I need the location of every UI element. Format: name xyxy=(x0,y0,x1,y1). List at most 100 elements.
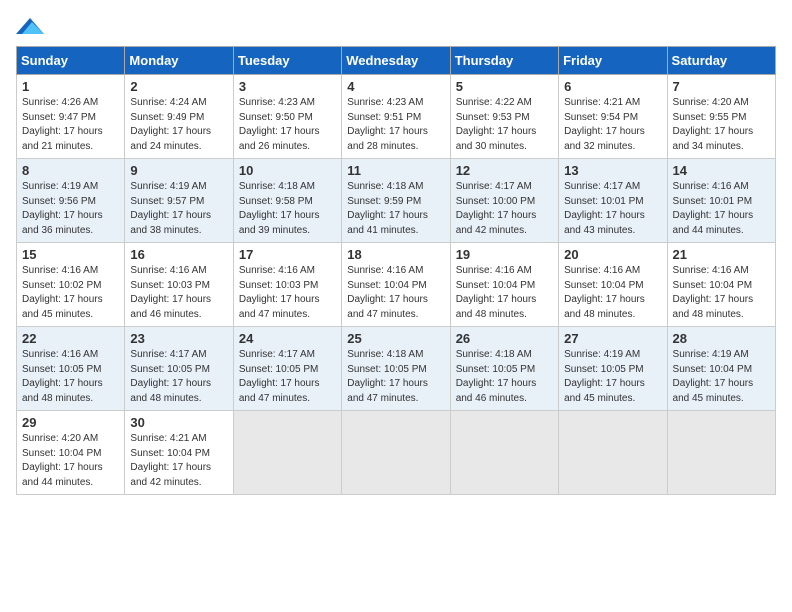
calendar-cell: 22 Sunrise: 4:16 AM Sunset: 10:05 PM Day… xyxy=(17,327,125,411)
day-number: 8 xyxy=(22,163,119,178)
day-info: Sunrise: 4:16 AM Sunset: 10:04 PM Daylig… xyxy=(456,264,553,322)
day-number: 18 xyxy=(347,247,444,262)
calendar-cell: 27 Sunrise: 4:19 AM Sunset: 10:05 PM Day… xyxy=(559,327,667,411)
day-number: 28 xyxy=(673,331,770,346)
day-info: Sunrise: 4:19 AM Sunset: 10:05 PM Daylig… xyxy=(564,348,661,406)
day-info: Sunrise: 4:16 AM Sunset: 10:04 PM Daylig… xyxy=(347,264,444,322)
logo xyxy=(16,16,48,38)
calendar-cell: 12 Sunrise: 4:17 AM Sunset: 10:00 PM Day… xyxy=(450,159,558,243)
day-number: 27 xyxy=(564,331,661,346)
calendar-cell: 28 Sunrise: 4:19 AM Sunset: 10:04 PM Day… xyxy=(667,327,775,411)
calendar-cell xyxy=(667,411,775,495)
day-number: 9 xyxy=(130,163,227,178)
day-number: 10 xyxy=(239,163,336,178)
day-info: Sunrise: 4:16 AM Sunset: 10:02 PM Daylig… xyxy=(22,264,119,322)
calendar-cell: 19 Sunrise: 4:16 AM Sunset: 10:04 PM Day… xyxy=(450,243,558,327)
weekday-header: Tuesday xyxy=(233,47,341,75)
weekday-header: Sunday xyxy=(17,47,125,75)
calendar-cell: 18 Sunrise: 4:16 AM Sunset: 10:04 PM Day… xyxy=(342,243,450,327)
day-info: Sunrise: 4:20 AM Sunset: 10:04 PM Daylig… xyxy=(22,432,119,490)
calendar-cell: 6 Sunrise: 4:21 AM Sunset: 9:54 PM Dayli… xyxy=(559,75,667,159)
day-number: 12 xyxy=(456,163,553,178)
calendar-header-row: SundayMondayTuesdayWednesdayThursdayFrid… xyxy=(17,47,776,75)
day-number: 15 xyxy=(22,247,119,262)
day-number: 25 xyxy=(347,331,444,346)
calendar-cell: 20 Sunrise: 4:16 AM Sunset: 10:04 PM Day… xyxy=(559,243,667,327)
day-info: Sunrise: 4:21 AM Sunset: 9:54 PM Dayligh… xyxy=(564,96,661,154)
calendar-cell: 24 Sunrise: 4:17 AM Sunset: 10:05 PM Day… xyxy=(233,327,341,411)
day-info: Sunrise: 4:17 AM Sunset: 10:00 PM Daylig… xyxy=(456,180,553,238)
calendar-cell: 25 Sunrise: 4:18 AM Sunset: 10:05 PM Day… xyxy=(342,327,450,411)
logo-icon xyxy=(16,16,44,38)
day-info: Sunrise: 4:18 AM Sunset: 9:58 PM Dayligh… xyxy=(239,180,336,238)
day-number: 21 xyxy=(673,247,770,262)
calendar-cell: 15 Sunrise: 4:16 AM Sunset: 10:02 PM Day… xyxy=(17,243,125,327)
day-number: 23 xyxy=(130,331,227,346)
calendar-cell: 23 Sunrise: 4:17 AM Sunset: 10:05 PM Day… xyxy=(125,327,233,411)
calendar-cell: 30 Sunrise: 4:21 AM Sunset: 10:04 PM Day… xyxy=(125,411,233,495)
day-info: Sunrise: 4:19 AM Sunset: 10:04 PM Daylig… xyxy=(673,348,770,406)
day-number: 2 xyxy=(130,79,227,94)
calendar-week-row: 1 Sunrise: 4:26 AM Sunset: 9:47 PM Dayli… xyxy=(17,75,776,159)
weekday-header: Wednesday xyxy=(342,47,450,75)
calendar-cell: 9 Sunrise: 4:19 AM Sunset: 9:57 PM Dayli… xyxy=(125,159,233,243)
day-number: 3 xyxy=(239,79,336,94)
calendar-cell: 26 Sunrise: 4:18 AM Sunset: 10:05 PM Day… xyxy=(450,327,558,411)
calendar-body: 1 Sunrise: 4:26 AM Sunset: 9:47 PM Dayli… xyxy=(17,75,776,495)
calendar-cell: 17 Sunrise: 4:16 AM Sunset: 10:03 PM Day… xyxy=(233,243,341,327)
day-number: 17 xyxy=(239,247,336,262)
day-info: Sunrise: 4:16 AM Sunset: 10:03 PM Daylig… xyxy=(130,264,227,322)
calendar-cell: 7 Sunrise: 4:20 AM Sunset: 9:55 PM Dayli… xyxy=(667,75,775,159)
calendar-cell: 10 Sunrise: 4:18 AM Sunset: 9:58 PM Dayl… xyxy=(233,159,341,243)
calendar-cell: 16 Sunrise: 4:16 AM Sunset: 10:03 PM Day… xyxy=(125,243,233,327)
calendar-cell: 11 Sunrise: 4:18 AM Sunset: 9:59 PM Dayl… xyxy=(342,159,450,243)
day-info: Sunrise: 4:18 AM Sunset: 9:59 PM Dayligh… xyxy=(347,180,444,238)
day-info: Sunrise: 4:16 AM Sunset: 10:03 PM Daylig… xyxy=(239,264,336,322)
day-info: Sunrise: 4:16 AM Sunset: 10:05 PM Daylig… xyxy=(22,348,119,406)
calendar-week-row: 8 Sunrise: 4:19 AM Sunset: 9:56 PM Dayli… xyxy=(17,159,776,243)
day-number: 19 xyxy=(456,247,553,262)
day-info: Sunrise: 4:23 AM Sunset: 9:50 PM Dayligh… xyxy=(239,96,336,154)
weekday-header: Monday xyxy=(125,47,233,75)
day-info: Sunrise: 4:21 AM Sunset: 10:04 PM Daylig… xyxy=(130,432,227,490)
day-number: 5 xyxy=(456,79,553,94)
day-info: Sunrise: 4:17 AM Sunset: 10:05 PM Daylig… xyxy=(130,348,227,406)
day-number: 1 xyxy=(22,79,119,94)
day-number: 6 xyxy=(564,79,661,94)
day-info: Sunrise: 4:17 AM Sunset: 10:01 PM Daylig… xyxy=(564,180,661,238)
day-number: 11 xyxy=(347,163,444,178)
calendar-cell: 1 Sunrise: 4:26 AM Sunset: 9:47 PM Dayli… xyxy=(17,75,125,159)
calendar-week-row: 29 Sunrise: 4:20 AM Sunset: 10:04 PM Day… xyxy=(17,411,776,495)
weekday-header: Saturday xyxy=(667,47,775,75)
day-number: 16 xyxy=(130,247,227,262)
calendar-cell: 29 Sunrise: 4:20 AM Sunset: 10:04 PM Day… xyxy=(17,411,125,495)
day-info: Sunrise: 4:20 AM Sunset: 9:55 PM Dayligh… xyxy=(673,96,770,154)
calendar-cell: 21 Sunrise: 4:16 AM Sunset: 10:04 PM Day… xyxy=(667,243,775,327)
day-info: Sunrise: 4:16 AM Sunset: 10:04 PM Daylig… xyxy=(564,264,661,322)
calendar-cell: 8 Sunrise: 4:19 AM Sunset: 9:56 PM Dayli… xyxy=(17,159,125,243)
day-number: 26 xyxy=(456,331,553,346)
day-number: 30 xyxy=(130,415,227,430)
calendar-cell: 13 Sunrise: 4:17 AM Sunset: 10:01 PM Day… xyxy=(559,159,667,243)
day-number: 22 xyxy=(22,331,119,346)
calendar-cell: 2 Sunrise: 4:24 AM Sunset: 9:49 PM Dayli… xyxy=(125,75,233,159)
calendar-week-row: 15 Sunrise: 4:16 AM Sunset: 10:02 PM Day… xyxy=(17,243,776,327)
day-number: 14 xyxy=(673,163,770,178)
day-number: 20 xyxy=(564,247,661,262)
calendar-cell: 14 Sunrise: 4:16 AM Sunset: 10:01 PM Day… xyxy=(667,159,775,243)
calendar-cell xyxy=(233,411,341,495)
day-info: Sunrise: 4:22 AM Sunset: 9:53 PM Dayligh… xyxy=(456,96,553,154)
day-info: Sunrise: 4:16 AM Sunset: 10:01 PM Daylig… xyxy=(673,180,770,238)
day-info: Sunrise: 4:23 AM Sunset: 9:51 PM Dayligh… xyxy=(347,96,444,154)
day-number: 13 xyxy=(564,163,661,178)
calendar-table: SundayMondayTuesdayWednesdayThursdayFrid… xyxy=(16,46,776,495)
day-info: Sunrise: 4:18 AM Sunset: 10:05 PM Daylig… xyxy=(456,348,553,406)
calendar-cell: 3 Sunrise: 4:23 AM Sunset: 9:50 PM Dayli… xyxy=(233,75,341,159)
day-number: 7 xyxy=(673,79,770,94)
day-info: Sunrise: 4:17 AM Sunset: 10:05 PM Daylig… xyxy=(239,348,336,406)
day-info: Sunrise: 4:16 AM Sunset: 10:04 PM Daylig… xyxy=(673,264,770,322)
day-number: 29 xyxy=(22,415,119,430)
day-info: Sunrise: 4:26 AM Sunset: 9:47 PM Dayligh… xyxy=(22,96,119,154)
page-header xyxy=(16,16,776,38)
calendar-cell: 5 Sunrise: 4:22 AM Sunset: 9:53 PM Dayli… xyxy=(450,75,558,159)
